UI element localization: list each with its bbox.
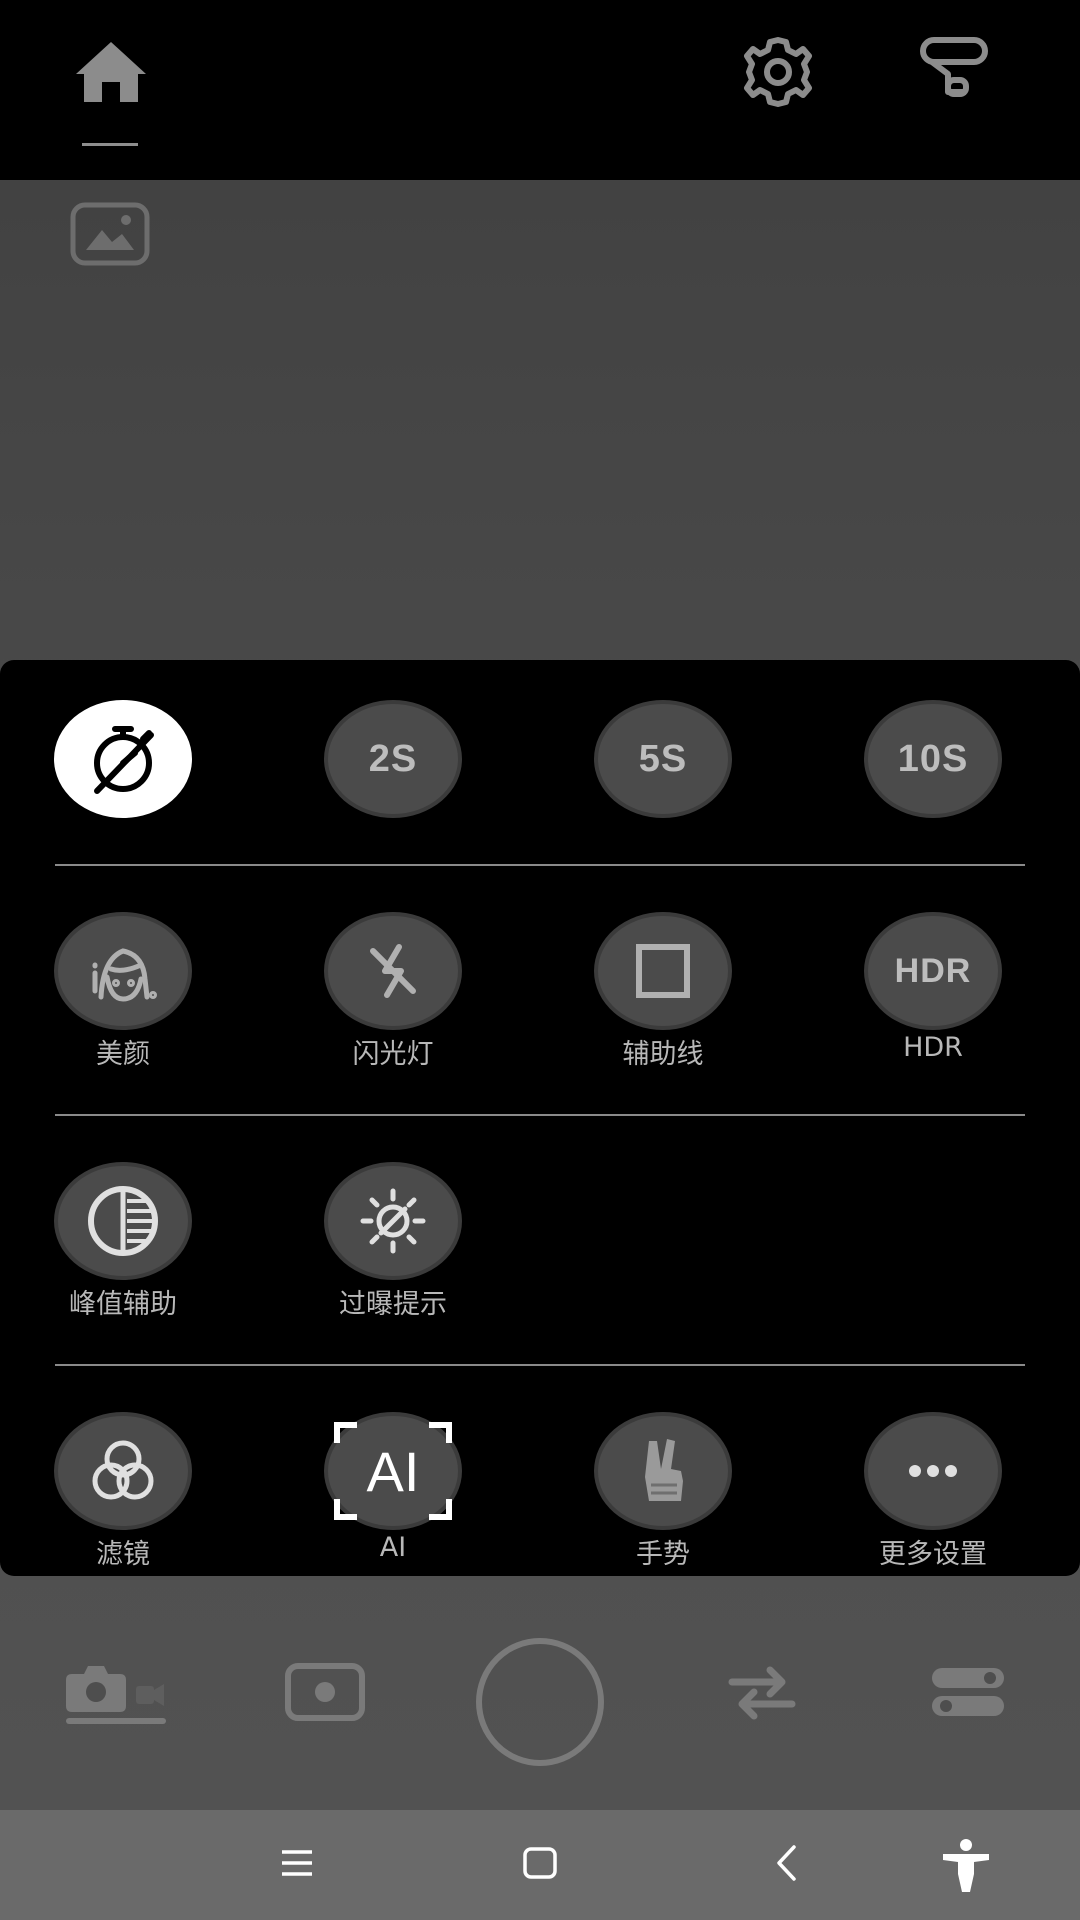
divider xyxy=(55,1364,1025,1366)
image-gallery-icon[interactable] xyxy=(70,202,150,266)
shutter-button[interactable] xyxy=(474,1636,606,1768)
ai-label: AI xyxy=(379,1532,407,1563)
timer-10s-label: 10S xyxy=(897,737,969,780)
flash-label: 闪光灯 xyxy=(352,1039,434,1070)
filter-label: 滤镜 xyxy=(96,1539,150,1570)
grid-square-icon xyxy=(621,929,705,1013)
home-icon[interactable] xyxy=(72,36,150,108)
hdr-icon-text: HDR xyxy=(894,951,972,990)
more-icon xyxy=(891,1429,975,1513)
gesture-icon xyxy=(621,1429,705,1513)
peaking-icon xyxy=(81,1179,165,1263)
system-nav-bar xyxy=(0,1810,1080,1920)
camera-settings-panel: 2S 5S 10S 美颜 闪光灯 辅助线 HDR HDR 峰值辅助 过曝提示 滤… xyxy=(0,660,1080,1576)
divider xyxy=(55,864,1025,866)
flash-button[interactable] xyxy=(324,912,462,1030)
grid-lines-label: 辅助线 xyxy=(622,1039,704,1070)
switch-camera-icon[interactable] xyxy=(726,1664,798,1722)
timer-off-button[interactable] xyxy=(54,700,192,818)
settings-gear-icon[interactable] xyxy=(740,34,816,110)
divider xyxy=(55,1114,1025,1116)
back-icon[interactable] xyxy=(774,1844,798,1882)
filter-icon xyxy=(81,1429,165,1513)
camera-mode-icon[interactable] xyxy=(284,1662,366,1722)
timer-2s-button[interactable]: 2S xyxy=(324,700,462,818)
ai-button[interactable]: AI xyxy=(324,1412,462,1530)
accessibility-icon[interactable] xyxy=(940,1838,992,1894)
gesture-label: 手势 xyxy=(636,1539,690,1570)
toggle-settings-icon[interactable] xyxy=(930,1664,1006,1720)
recent-apps-icon[interactable] xyxy=(280,1848,314,1878)
beauty-label: 美颜 xyxy=(96,1039,150,1070)
peaking-label: 峰值辅助 xyxy=(69,1289,177,1320)
timer-2s-label: 2S xyxy=(368,737,418,780)
hdr-button[interactable]: HDR xyxy=(864,912,1002,1030)
timer-5s-button[interactable]: 5S xyxy=(594,700,732,818)
peaking-button[interactable] xyxy=(54,1162,192,1280)
overexposure-icon xyxy=(351,1179,435,1263)
hdr-label: HDR xyxy=(903,1032,963,1063)
gimbal-icon[interactable] xyxy=(918,34,990,100)
more-settings-button[interactable] xyxy=(864,1412,1002,1530)
more-settings-label: 更多设置 xyxy=(879,1539,987,1570)
home-nav-icon[interactable] xyxy=(522,1846,558,1880)
home-tab-indicator xyxy=(82,143,138,146)
filter-button[interactable] xyxy=(54,1412,192,1530)
overexposure-label: 过曝提示 xyxy=(339,1289,447,1320)
ai-frame-icon: AI xyxy=(333,1421,453,1521)
beauty-face-icon xyxy=(81,929,165,1013)
grid-lines-button[interactable] xyxy=(594,912,732,1030)
beauty-button[interactable] xyxy=(54,912,192,1030)
photo-video-mode-icon[interactable] xyxy=(64,1660,168,1726)
timer-off-icon xyxy=(81,717,165,801)
gesture-button[interactable] xyxy=(594,1412,732,1530)
overexposure-button[interactable] xyxy=(324,1162,462,1280)
timer-10s-button[interactable]: 10S xyxy=(864,700,1002,818)
timer-5s-label: 5S xyxy=(638,737,688,780)
top-bar xyxy=(0,0,1080,180)
ai-icon-text: AI xyxy=(366,1440,420,1503)
flash-off-icon xyxy=(351,929,435,1013)
